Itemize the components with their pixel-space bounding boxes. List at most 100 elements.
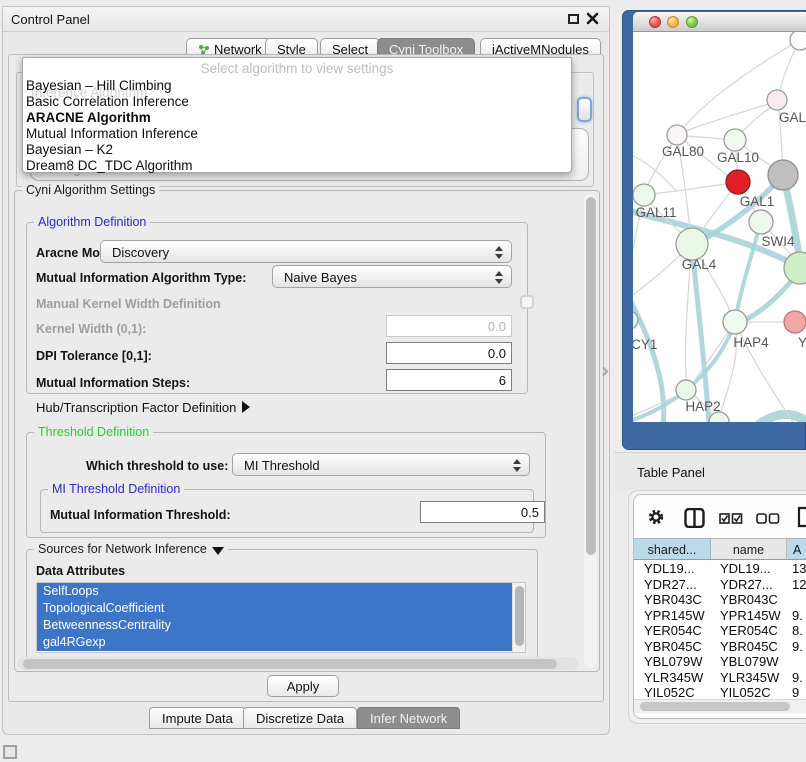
hub-definition-expander[interactable]: Hub/Transcription Factor Definition	[36, 400, 250, 415]
mi-steps-input[interactable]: 6	[386, 369, 512, 391]
table-row[interactable]: YPR145WYPR145W9.	[634, 608, 806, 624]
tab-impute-data[interactable]: Impute Data	[149, 707, 246, 729]
cell: YDR27...	[644, 577, 697, 593]
table-row[interactable]: YER054CYER054C8.	[634, 623, 806, 639]
deselect-all-icon[interactable]	[756, 512, 780, 530]
dropdown-item[interactable]: Mutual Information Inference	[26, 126, 198, 142]
column-header-name[interactable]: name	[711, 538, 787, 560]
which-threshold-label: Which threshold to use:	[86, 459, 228, 473]
tab-infer-network[interactable]: Infer Network	[357, 707, 460, 729]
table-row[interactable]: YDR27... YDR27... 12	[634, 577, 806, 593]
close-icon[interactable]	[586, 12, 599, 25]
cell: YER054C	[644, 623, 702, 639]
node-red-selected[interactable]	[726, 170, 750, 194]
cell: YDR27...	[720, 577, 773, 593]
node-label: GAL1	[740, 194, 775, 209]
export-table-icon[interactable]	[797, 506, 806, 533]
node[interactable]	[790, 32, 806, 50]
network-view-window[interactable]: GAL GAL80 GAL10 GAL11 GAL1 SWI4 GAL4 GCY…	[622, 10, 806, 450]
cell: YIL052C	[644, 685, 695, 697]
table-row[interactable]: YLR345W YLR345W 9.	[634, 670, 806, 686]
combo-arrows-icon	[495, 271, 503, 284]
table-row[interactable]: YDL19...YDL19...13	[634, 561, 806, 577]
data-attributes-label: Data Attributes	[36, 564, 125, 578]
mi-threshold-input[interactable]: 0.5	[420, 501, 545, 523]
tab-label: Discretize Data	[256, 711, 344, 726]
node[interactable]	[767, 90, 787, 110]
algorithm-combo-arrow-fragment[interactable]	[577, 97, 592, 122]
node-label: GCY1	[633, 337, 657, 352]
node-hap4[interactable]	[723, 310, 747, 334]
list-vertical-scrollbar[interactable]	[512, 583, 525, 652]
aracne-mode-combo[interactable]: Discovery	[100, 240, 512, 263]
dock-panel-icon[interactable]	[3, 745, 17, 759]
combo-value: MI Threshold	[244, 458, 320, 473]
network-window-titlebar[interactable]	[633, 12, 806, 32]
mi-threshold-label: Mutual Information Threshold:	[50, 508, 231, 522]
split-columns-icon[interactable]	[684, 508, 705, 533]
cell: YBL079W	[720, 654, 779, 670]
dropdown-item[interactable]: Dream8 DC_TDC Algorithm	[26, 158, 193, 174]
zoom-traffic-light-icon[interactable]	[686, 16, 698, 28]
cell: YDL19...	[644, 561, 695, 577]
cell: YLR345W	[720, 670, 779, 686]
apply-button[interactable]: Apply	[267, 675, 339, 697]
column-header-shared-name[interactable]: shared...	[634, 538, 711, 560]
dropdown-item[interactable]: Bayesian – K2	[26, 142, 113, 158]
node-gal11[interactable]	[633, 184, 655, 206]
dropdown-item-highlighted[interactable]: ARACNE Algorithm	[26, 110, 151, 126]
cell: YBR045C	[720, 639, 778, 655]
tab-discretize-data[interactable]: Discretize Data	[243, 707, 357, 729]
data-attributes-list[interactable]: SelfLoops TopologicalCoefficient Between…	[36, 582, 526, 653]
node-gal4[interactable]	[676, 228, 708, 260]
table-horizontal-scrollbar[interactable]	[634, 699, 806, 713]
list-item-selected[interactable]: gal4RGexp	[37, 634, 512, 651]
node-swi4[interactable]	[784, 252, 806, 284]
dropdown-item[interactable]: Basic Correlation Inference	[26, 94, 189, 110]
list-item-selected[interactable]: BetweennessCentrality	[37, 617, 512, 634]
mi-type-combo[interactable]: Naive Bayes	[272, 265, 512, 288]
table-panel-title: Table Panel	[637, 465, 705, 480]
node-gal10[interactable]	[724, 129, 746, 151]
settings-vertical-scrollbar[interactable]	[584, 194, 597, 668]
float-window-icon[interactable]	[568, 14, 579, 24]
network-canvas[interactable]: GAL GAL80 GAL10 GAL11 GAL1 SWI4 GAL4 GCY…	[633, 32, 806, 422]
cell: YPR145W	[644, 608, 705, 624]
cell: YLR345W	[644, 670, 703, 686]
cell: YIL052C	[720, 685, 771, 697]
node-gray[interactable]	[768, 160, 798, 190]
minimize-traffic-light-icon[interactable]	[667, 16, 679, 28]
select-all-icon[interactable]	[719, 512, 743, 530]
algorithm-dropdown-list: Select algorithm to view settings Infere…	[22, 57, 572, 173]
table-row[interactable]: YBR043C YBR043C	[634, 592, 806, 608]
cell: 8.	[792, 623, 803, 639]
node-gal80[interactable]	[667, 125, 687, 145]
table-rows[interactable]: YDL19...YDL19...13 YDR27... YDR27... 12 YB…	[634, 561, 806, 697]
sources-group-title[interactable]: Sources for Network Inference	[34, 542, 228, 556]
list-item-selected[interactable]: TopologicalCoefficient	[37, 600, 512, 617]
table-row[interactable]: YBR045CYBR045C9.	[634, 639, 806, 655]
node-pink[interactable]	[784, 311, 806, 333]
table-row[interactable]: YIL052CYIL052C9	[634, 685, 806, 697]
cell: 9.	[792, 670, 803, 686]
node-gal1[interactable]	[749, 210, 773, 234]
table-row[interactable]: YBL079WYBL079W	[634, 654, 806, 670]
kernel-width-input[interactable]: 0.0	[386, 315, 512, 337]
which-threshold-combo[interactable]: MI Threshold	[232, 453, 530, 476]
table-panel-titlebar[interactable]: Table Panel	[614, 452, 806, 490]
gear-icon[interactable]	[647, 508, 665, 531]
column-header-cut[interactable]: A	[787, 538, 806, 560]
dropdown-item[interactable]: Bayesian – Hill Climbing	[26, 78, 172, 94]
cell: 9.	[792, 608, 803, 624]
node-hap2[interactable]	[676, 380, 696, 400]
cell: YBR043C	[720, 592, 778, 608]
close-traffic-light-icon[interactable]	[649, 16, 661, 28]
dpi-tolerance-input[interactable]: 0.0	[386, 342, 512, 364]
cell: 12	[792, 577, 806, 593]
cell: YBR043C	[644, 592, 702, 608]
list-item-selected[interactable]: SelfLoops	[37, 583, 512, 600]
settings-horizontal-scrollbar[interactable]	[18, 657, 578, 670]
node-label: GAL4	[682, 257, 717, 272]
manual-kernel-checkbox[interactable]	[520, 295, 534, 309]
control-panel-titlebar[interactable]: Control Panel	[3, 7, 609, 32]
